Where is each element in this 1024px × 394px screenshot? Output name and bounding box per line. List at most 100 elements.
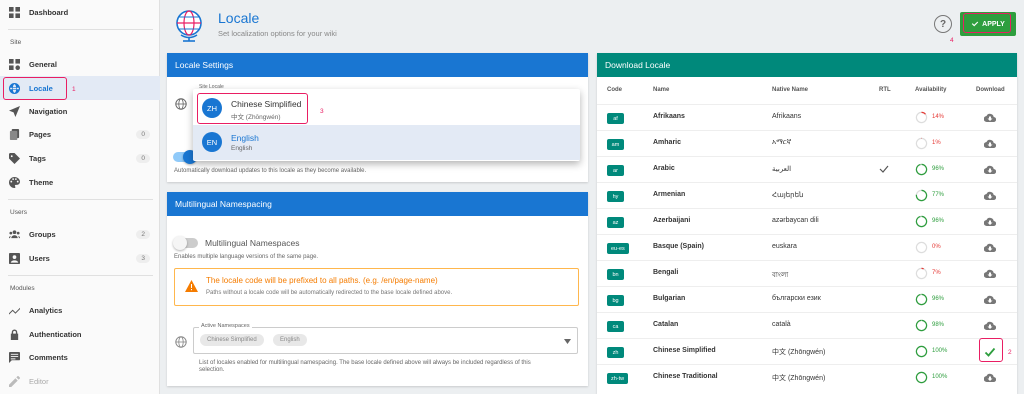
locale-code-badge: ar — [607, 165, 624, 176]
availability-progress — [915, 111, 928, 124]
namespaces-toggle[interactable] — [173, 236, 198, 250]
locale-native-name: বাংলা — [772, 272, 789, 279]
annotation-number-3: 3 — [320, 108, 324, 115]
count-badge: 0 — [136, 153, 150, 163]
locale-code-badge: zh — [607, 347, 624, 358]
cloud-download-icon[interactable] — [984, 268, 996, 280]
namespaces-toggle-label: Multilingual Namespaces — [205, 238, 300, 248]
help-button[interactable]: ? — [934, 15, 952, 33]
sidebar-item-label: Editor — [29, 376, 49, 386]
divider — [8, 275, 153, 276]
sidebar-item-tags[interactable]: Tags 0 — [0, 146, 160, 170]
warning-alert: The locale code will be prefixed to all … — [174, 268, 579, 306]
cloud-download-icon[interactable] — [984, 138, 996, 150]
highlight-box-apply — [963, 13, 1011, 33]
table-row: am Amharic አማርኛ 1% — [597, 130, 1017, 156]
locale-native-name: euskara — [772, 243, 797, 250]
namespace-chip[interactable]: English — [273, 334, 307, 346]
sidebar-item-analytics[interactable]: Analytics — [0, 298, 160, 322]
sidebar-item-label: Dashboard — [29, 7, 69, 17]
locale-avatar: EN — [202, 132, 222, 152]
table-row: ca Catalan català 98% — [597, 312, 1017, 338]
cloud-download-icon[interactable] — [984, 164, 996, 176]
pencil-icon — [8, 375, 20, 387]
annotation-number-4: 4 — [950, 37, 954, 44]
table-row: zh Chinese Simplified 中文 (Zhōngwén) 100% — [597, 338, 1017, 364]
locale-code-badge: zh-tw — [607, 373, 629, 384]
locale-name: Armenian — [653, 191, 686, 198]
divider — [8, 29, 153, 30]
sidebar-item-users[interactable]: Users 3 — [0, 246, 160, 270]
table-row: ar Arabic العربية 96% — [597, 156, 1017, 182]
sidebar-item-label: Tags — [29, 153, 46, 163]
account-box-icon — [8, 252, 20, 264]
cloud-download-icon[interactable] — [984, 190, 996, 202]
cloud-download-icon[interactable] — [984, 216, 996, 228]
locale-code-badge: az — [607, 217, 624, 228]
cloud-download-icon[interactable] — [984, 320, 996, 332]
highlight-box-chinese-option — [197, 93, 308, 124]
count-badge: 0 — [136, 129, 150, 139]
sidebar: Dashboard Site General Locale 1 Navigati… — [0, 0, 160, 394]
sidebar-item-navigation[interactable]: Navigation — [0, 99, 160, 123]
cloud-download-icon[interactable] — [984, 294, 996, 306]
availability-progress — [915, 189, 928, 202]
sidebar-item-theme[interactable]: Theme — [0, 170, 160, 194]
locale-native-name: azərbaycan dili — [772, 217, 819, 224]
sidebar-item-editor[interactable]: Editor — [0, 369, 160, 393]
locale-name: Afrikaans — [653, 113, 685, 120]
auto-update-toggle[interactable] — [173, 150, 197, 164]
cloud-download-icon[interactable] — [984, 372, 996, 384]
rtl-check-icon — [879, 165, 889, 173]
namespaces-hint-line2: selection. — [199, 367, 225, 373]
locale-native-name: العربية — [772, 166, 792, 173]
analytics-icon — [8, 304, 20, 316]
section-label-modules: Modules — [10, 285, 35, 292]
availability-percent: 96% — [932, 218, 945, 224]
card-title: Locale Settings — [167, 53, 588, 77]
sidebar-item-groups[interactable]: Groups 2 — [0, 222, 160, 246]
cloud-download-icon[interactable] — [984, 112, 996, 124]
locale-code-badge: ca — [607, 321, 624, 332]
highlight-box-locale — [3, 77, 67, 100]
pages-icon — [8, 128, 20, 140]
column-header-download: Download — [976, 87, 1005, 93]
sidebar-item-dashboard[interactable]: Dashboard — [0, 0, 160, 24]
locale-native-name: አማርኛ — [772, 139, 792, 146]
sidebar-item-pages[interactable]: Pages 0 — [0, 122, 160, 146]
globe-icon — [175, 98, 187, 110]
count-badge: 3 — [136, 253, 150, 263]
sidebar-item-authentication[interactable]: Authentication — [0, 322, 160, 346]
section-label-users: Users — [10, 209, 27, 216]
availability-progress — [915, 241, 928, 254]
availability-percent: 14% — [932, 114, 945, 120]
availability-percent: 96% — [932, 296, 945, 302]
annotation-number-2: 2 — [1008, 349, 1012, 356]
locale-native-name: 中文 (Zhōngwén) — [772, 375, 826, 382]
namespaces-hint-line1: List of locales enabled for multilingual… — [199, 360, 531, 366]
dropdown-option-english[interactable]: EN English English — [193, 125, 580, 160]
availability-progress — [915, 319, 928, 332]
sidebar-item-label: Groups — [29, 229, 56, 239]
locale-name: Catalan — [653, 321, 679, 328]
chevron-down-icon[interactable] — [564, 339, 571, 344]
sidebar-item-label: Users — [29, 253, 50, 263]
cloud-download-icon[interactable] — [984, 242, 996, 254]
locale-native-name: català — [772, 321, 791, 328]
availability-percent: 96% — [932, 166, 945, 172]
dashboard-icon — [8, 6, 20, 18]
globe-icon — [175, 336, 187, 348]
annotation-number-1: 1 — [72, 86, 76, 93]
locale-code-badge: bg — [607, 295, 624, 306]
availability-progress — [915, 345, 928, 358]
sidebar-item-general[interactable]: General — [0, 52, 160, 76]
namespace-chip[interactable]: Chinese Simplified — [200, 334, 264, 346]
locale-native-name: 中文 (Zhōngwén) — [772, 349, 826, 356]
sidebar-item-label: Authentication — [29, 329, 82, 339]
column-header-native-name: Native Name — [772, 87, 809, 93]
active-namespaces-label: Active Namespaces — [199, 323, 252, 329]
locale-name: Arabic — [653, 165, 675, 172]
availability-progress — [915, 163, 928, 176]
table-row: eu-es Basque (Spain) euskara 0% — [597, 234, 1017, 260]
sidebar-item-comments[interactable]: Comments — [0, 345, 160, 369]
